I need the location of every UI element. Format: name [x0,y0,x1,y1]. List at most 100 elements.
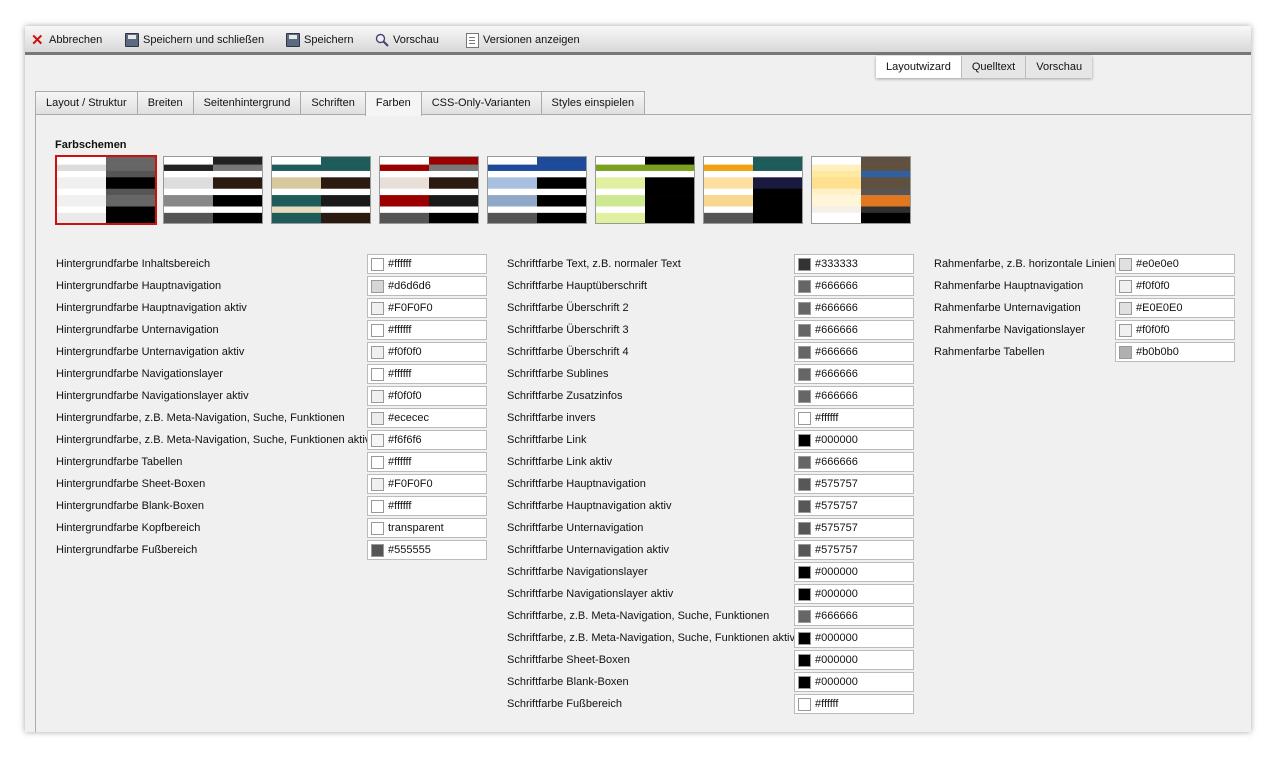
color-swatch[interactable] [798,390,811,403]
color-input[interactable]: #575757 [794,540,914,560]
tab-seitenhintergrund[interactable]: Seitenhintergrund [192,91,302,114]
color-input[interactable]: #666666 [794,320,914,340]
color-input[interactable]: #ffffff [367,364,487,384]
color-scheme-5[interactable] [487,156,587,224]
color-input[interactable]: #f0f0f0 [1115,320,1235,340]
color-scheme-4[interactable] [379,156,479,224]
color-input[interactable]: #ececec [367,408,487,428]
color-swatch[interactable] [1119,258,1132,271]
color-input[interactable]: #000000 [794,650,914,670]
color-input[interactable]: #f0f0f0 [367,386,487,406]
color-input[interactable]: #666666 [794,386,914,406]
color-swatch[interactable] [798,412,811,425]
preview-button[interactable]: Vorschau [375,32,439,48]
color-input[interactable]: #666666 [794,276,914,296]
show-versions-button[interactable]: Versionen anzeigen [466,32,580,48]
color-swatch[interactable] [798,632,811,645]
color-input[interactable]: #f0f0f0 [367,342,487,362]
color-input[interactable]: #555555 [367,540,487,560]
color-swatch[interactable] [798,544,811,557]
color-swatch[interactable] [371,280,384,293]
color-scheme-1[interactable] [55,155,157,225]
color-swatch[interactable] [371,500,384,513]
tab-farben[interactable]: Farben [364,91,422,116]
color-scheme-2[interactable] [163,156,263,224]
color-swatch[interactable] [798,610,811,623]
color-input[interactable]: #666666 [794,298,914,318]
color-swatch[interactable] [371,346,384,359]
tab-layout-struktur[interactable]: Layout / Struktur [35,91,138,114]
color-swatch[interactable] [798,280,811,293]
tab-breiten[interactable]: Breiten [136,91,194,114]
color-input[interactable]: #575757 [794,518,914,538]
color-swatch[interactable] [1119,324,1132,337]
color-input[interactable]: #666666 [794,342,914,362]
color-swatch[interactable] [798,368,811,381]
color-input[interactable]: #E0E0E0 [1115,298,1235,318]
color-swatch[interactable] [798,500,811,513]
color-input[interactable]: #ffffff [367,496,487,516]
color-swatch[interactable] [1119,302,1132,315]
color-input[interactable]: transparent [367,518,487,538]
mode-tab-quelltext[interactable]: Quelltext [960,56,1026,78]
color-swatch[interactable] [798,434,811,447]
color-swatch[interactable] [798,698,811,711]
color-swatch[interactable] [371,456,384,469]
color-swatch[interactable] [798,654,811,667]
color-input[interactable]: #ffffff [794,408,914,428]
save-button[interactable]: Speichern [286,32,354,48]
mode-tab-layoutwizard[interactable]: Layoutwizard [876,56,961,78]
color-swatch[interactable] [798,324,811,337]
color-swatch[interactable] [371,324,384,337]
color-scheme-3[interactable] [271,156,371,224]
color-swatch[interactable] [371,522,384,535]
color-input[interactable]: #b0b0b0 [1115,342,1235,362]
color-swatch[interactable] [798,676,811,689]
color-swatch[interactable] [371,412,384,425]
color-input[interactable]: #f6f6f6 [367,430,487,450]
color-input[interactable]: #000000 [794,584,914,604]
color-input[interactable]: #d6d6d6 [367,276,487,296]
color-input[interactable]: #ffffff [367,254,487,274]
color-swatch[interactable] [798,478,811,491]
mode-tab-vorschau[interactable]: Vorschau [1025,56,1093,78]
color-input[interactable]: #000000 [794,628,914,648]
color-input[interactable]: #F0F0F0 [367,474,487,494]
color-input[interactable]: #666666 [794,364,914,384]
color-input[interactable]: #666666 [794,606,914,626]
tab-schriften[interactable]: Schriften [300,91,366,114]
color-swatch[interactable] [371,368,384,381]
color-swatch[interactable] [798,346,811,359]
tab-styles-einspielen[interactable]: Styles einspielen [540,91,646,114]
color-input[interactable]: #ffffff [367,320,487,340]
color-swatch[interactable] [371,302,384,315]
save-and-close-button[interactable]: Speichern und schließen [125,32,264,48]
color-swatch[interactable] [1119,280,1132,293]
color-swatch[interactable] [798,258,811,271]
color-input[interactable]: #ffffff [794,694,914,714]
color-swatch[interactable] [371,390,384,403]
color-input[interactable]: #f0f0f0 [1115,276,1235,296]
color-input[interactable]: #575757 [794,474,914,494]
color-input[interactable]: #e0e0e0 [1115,254,1235,274]
color-scheme-8[interactable] [811,156,911,224]
color-input[interactable]: #000000 [794,430,914,450]
color-swatch[interactable] [371,258,384,271]
color-swatch[interactable] [1119,346,1132,359]
tab-css-only-varianten[interactable]: CSS-Only-Varianten [420,91,542,114]
color-input[interactable]: #000000 [794,672,914,692]
cancel-button[interactable]: ✕ Abbrechen [31,32,102,48]
color-swatch[interactable] [371,434,384,447]
color-swatch[interactable] [371,544,384,557]
color-scheme-7[interactable] [703,156,803,224]
color-scheme-6[interactable] [595,156,695,224]
color-swatch[interactable] [798,522,811,535]
color-input[interactable]: #000000 [794,562,914,582]
color-input[interactable]: #333333 [794,254,914,274]
color-input[interactable]: #F0F0F0 [367,298,487,318]
color-input[interactable]: #ffffff [367,452,487,472]
color-swatch[interactable] [371,478,384,491]
color-swatch[interactable] [798,456,811,469]
color-swatch[interactable] [798,566,811,579]
color-input[interactable]: #666666 [794,452,914,472]
